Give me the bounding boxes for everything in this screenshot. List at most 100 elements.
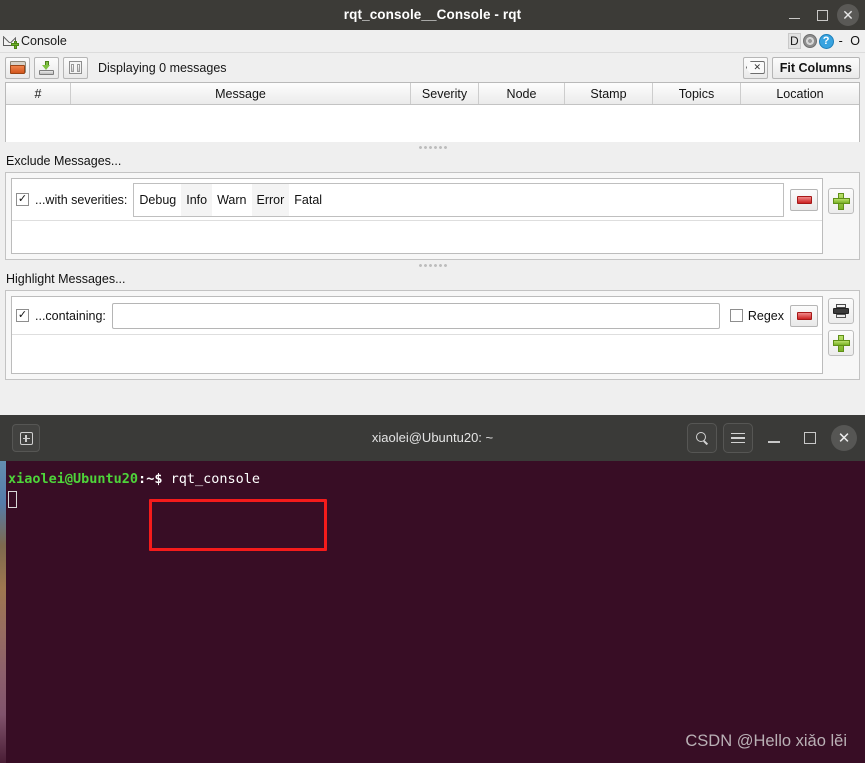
prompt-user: xiaolei@Ubuntu20 [8, 471, 139, 487]
erase-icon: ✕ [745, 61, 765, 74]
new-tab-icon [19, 431, 33, 445]
clear-messages-button[interactable]: ✕ [742, 56, 768, 79]
rqt-console-window: rqt_console__Console - rqt ✕ Console D ?… [0, 0, 865, 415]
severity-item-warn[interactable]: Warn [212, 184, 251, 216]
message-count-status: Displaying 0 messages [98, 60, 227, 75]
column-header-node[interactable]: Node [479, 83, 565, 104]
rqt-minimize-button[interactable] [781, 2, 807, 28]
column-header-stamp[interactable]: Stamp [565, 83, 653, 104]
close-icon: ✕ [842, 7, 854, 23]
save-file-button[interactable] [34, 56, 59, 79]
column-header-severity[interactable]: Severity [411, 83, 479, 104]
console-toolbar: Displaying 0 messages ✕ Fit Columns [0, 53, 865, 82]
remove-highlight-filter-button[interactable] [790, 304, 818, 327]
close-icon: ✕ [837, 430, 851, 447]
splitter-handle-bottom[interactable] [0, 260, 865, 271]
add-exclude-filter-button[interactable] [828, 188, 854, 214]
highlight-containing-input[interactable] [111, 302, 720, 329]
column-header-message[interactable]: Message [71, 83, 411, 104]
search-icon [695, 431, 709, 445]
rqt-maximize-button[interactable] [809, 2, 835, 28]
pause-icon [69, 61, 82, 74]
rqt-window-title: rqt_console__Console - rqt [343, 7, 522, 22]
severity-item-fatal[interactable]: Fatal [289, 184, 327, 216]
column-header-index[interactable]: # [6, 83, 71, 104]
gear-icon[interactable] [802, 34, 817, 48]
highlight-row-label: ...containing: [35, 308, 106, 323]
terminal-prompt-line: xiaolei@Ubuntu20:~$ rqt_console [8, 471, 260, 487]
annotation-highlight-box [149, 499, 327, 551]
severity-item-info[interactable]: Info [181, 183, 213, 216]
terminal-body[interactable]: xiaolei@Ubuntu20:~$ rqt_console CSDN @He… [0, 461, 865, 763]
rqt-close-button[interactable]: ✕ [837, 4, 859, 26]
regex-checkbox[interactable] [729, 309, 743, 322]
message-table-header: # Message Severity Node Stamp Topics Loc… [6, 83, 859, 105]
severity-list[interactable]: Debug Info Warn Error Fatal [133, 182, 784, 217]
splitter-handle-top[interactable] [0, 142, 865, 153]
message-table[interactable]: # Message Severity Node Stamp Topics Loc… [5, 82, 860, 143]
dock-extra-controls[interactable]: - O [839, 34, 862, 48]
terminal-cursor [8, 491, 17, 508]
fit-columns-button[interactable]: Fit Columns [771, 56, 860, 79]
help-icon[interactable]: ? [818, 33, 834, 49]
console-dock-header: Console D ? - O [0, 30, 865, 53]
regex-option[interactable]: Regex [729, 308, 784, 323]
exclude-section-label: Exclude Messages... [6, 154, 122, 168]
rqt-window-controls: ✕ [781, 0, 859, 30]
message-table-body[interactable] [6, 105, 859, 143]
highlight-enable-checkbox[interactable]: ✓ [16, 309, 29, 322]
terminal-controls: ✕ [687, 415, 857, 461]
column-header-location[interactable]: Location [741, 83, 859, 104]
severity-item-debug[interactable]: Debug [134, 184, 181, 216]
maximize-icon [804, 432, 816, 444]
console-tab[interactable]: Console [0, 34, 67, 49]
toolbar-right-group: ✕ Fit Columns [742, 53, 860, 82]
highlight-filters-panel: ✓ ...containing: Regex [5, 290, 860, 380]
minimize-icon [768, 441, 780, 443]
dock-widget-controls: D ? - O [787, 30, 862, 52]
minus-icon [796, 195, 812, 204]
highlight-section-label: Highlight Messages... [6, 272, 126, 286]
exclude-side-buttons [828, 178, 854, 214]
terminal-title-bar: xiaolei@Ubuntu20: ~ ✕ [0, 415, 865, 461]
rqt-title-bar: rqt_console__Console - rqt ✕ [0, 0, 865, 30]
envelope-add-icon [3, 35, 19, 49]
exclude-filters-panel: ✓ ...with severities: Debug Info Warn Er… [5, 172, 860, 260]
exclude-filter-list: ✓ ...with severities: Debug Info Warn Er… [11, 178, 823, 254]
terminal-search-button[interactable] [687, 423, 717, 453]
add-highlight-filter-button[interactable] [828, 330, 854, 356]
terminal-minimize-button[interactable] [759, 423, 789, 453]
highlight-filter-list: ✓ ...containing: Regex [11, 296, 823, 374]
exclude-enable-checkbox[interactable]: ✓ [16, 193, 29, 206]
minimize-icon [788, 17, 800, 20]
console-tab-label: Console [21, 34, 67, 48]
plus-icon [832, 334, 850, 352]
highlight-settings-button[interactable] [828, 298, 854, 324]
folder-open-icon [9, 61, 26, 74]
grip-dots [417, 264, 448, 267]
hamburger-menu-icon [731, 432, 745, 444]
severity-item-error[interactable]: Error [251, 183, 290, 216]
grip-dots [417, 146, 448, 149]
terminal-menu-button[interactable] [723, 423, 753, 453]
open-file-button[interactable] [5, 56, 30, 79]
new-tab-button[interactable] [12, 424, 40, 452]
terminal-window: xiaolei@Ubuntu20: ~ ✕ xiaolei@Ubuntu20:~… [0, 415, 865, 763]
remove-exclude-filter-button[interactable] [790, 188, 818, 211]
plus-icon [832, 192, 850, 210]
minus-icon [796, 311, 812, 320]
pause-button[interactable] [63, 56, 88, 79]
exclude-filter-row: ✓ ...with severities: Debug Info Warn Er… [12, 179, 822, 221]
regex-label: Regex [747, 308, 784, 323]
exclude-row-label: ...with severities: [35, 192, 128, 207]
terminal-command: rqt_console [170, 471, 260, 487]
prompt-dollar: $ [154, 471, 171, 487]
watermark-text: CSDN @Hello xiǎo lĕi [685, 732, 847, 750]
printer-icon [833, 304, 849, 318]
maximize-icon [816, 9, 828, 21]
column-header-topics[interactable]: Topics [653, 83, 741, 104]
highlight-side-buttons [828, 296, 854, 356]
terminal-close-button[interactable]: ✕ [831, 425, 857, 451]
terminal-maximize-button[interactable] [795, 423, 825, 453]
dock-letter-badge[interactable]: D [787, 33, 801, 49]
